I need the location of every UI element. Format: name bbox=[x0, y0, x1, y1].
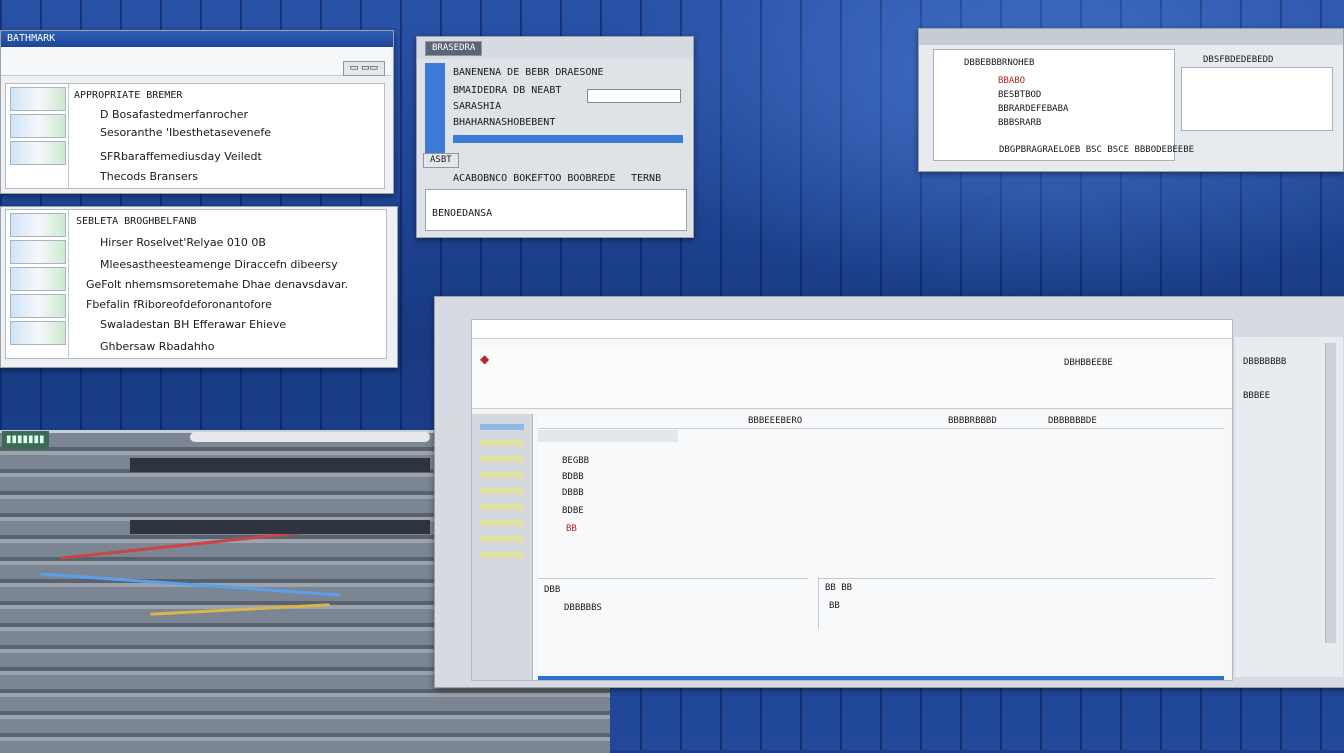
lower-panel-label: BB BB bbox=[825, 583, 853, 593]
list-item[interactable]: Sesoranthe 'Ibesthetasevenefe bbox=[100, 126, 271, 139]
list-item[interactable]: Fbefalin fRiboreofdeforonantofore bbox=[86, 298, 272, 311]
content-item[interactable]: DBBB bbox=[562, 488, 584, 498]
dialog-panel: BENOEDANSA bbox=[425, 189, 687, 231]
dialog-row: BHAHARNASHOBEBENT bbox=[453, 117, 556, 128]
lower-panel-left: DBB DBBBBBS bbox=[538, 578, 808, 629]
list-item[interactable]: Ghbersaw Rbadahho bbox=[100, 340, 215, 353]
dialog-row: SARASHIA bbox=[453, 101, 502, 112]
dialog-row: BMAIDEDRA DB NEABT bbox=[453, 85, 562, 96]
lower-panel-label: DBBBBBS bbox=[564, 603, 602, 613]
list-item[interactable]: Mleesastheesteamenge Diraccefn dibeersy bbox=[100, 258, 338, 271]
scrollbar[interactable] bbox=[1325, 343, 1336, 643]
main-application-window[interactable]: ◆ DBHBBEEBE BBBEEEBERO BBBBRBBBD DBBBBBB… bbox=[434, 296, 1344, 688]
sheet-area: APPROPRIATE BREMER D Bosafastedmerfanroc… bbox=[5, 83, 385, 189]
content-item[interactable]: BDBB bbox=[562, 472, 584, 482]
lower-panel-label: DBB bbox=[544, 585, 561, 595]
thumbnail[interactable] bbox=[10, 240, 66, 264]
rack-label: ▮▮▮▮▮▮▮ bbox=[2, 431, 49, 449]
properties-right-label: DBSFBDEDEBEDD bbox=[1203, 55, 1274, 65]
progress-bar bbox=[453, 135, 683, 143]
sheet-header: SEBLETA BROGHBELFANB bbox=[76, 216, 197, 227]
nav-item[interactable] bbox=[480, 440, 524, 446]
properties-titlebar bbox=[919, 29, 1343, 45]
list-item[interactable]: Hirser Roselvet'Relyae 010 0B bbox=[100, 236, 266, 249]
list-item[interactable]: Thecods Bransers bbox=[100, 170, 198, 183]
content-tabstrip: BBBEEEBERO BBBBRBBBD DBBBBBBDE bbox=[538, 416, 1224, 429]
right-pane-label: DBBBBBBB bbox=[1243, 357, 1287, 367]
dialog-side-accent bbox=[425, 63, 445, 153]
properties-header: DBBEBBBRNOHEB bbox=[964, 58, 1035, 68]
dialog-title: BRASEDRA bbox=[425, 41, 483, 56]
thumbnail-column bbox=[6, 84, 69, 188]
list-item[interactable]: Swaladestan BH Efferawar Ehieve bbox=[100, 318, 286, 331]
nav-item[interactable] bbox=[480, 472, 524, 478]
window-spreadsheet-2[interactable]: SEBLETA BROGHBELFANB Hirser Roselvet'Rel… bbox=[0, 206, 398, 368]
thumbnail[interactable] bbox=[10, 321, 66, 345]
thumbnail[interactable] bbox=[10, 141, 66, 165]
properties-preview bbox=[1181, 67, 1333, 131]
content-item[interactable]: BB bbox=[566, 524, 577, 534]
dialog-input[interactable] bbox=[587, 89, 681, 103]
window-spreadsheet-1[interactable]: BATHMARK ▭ ▭▭ APPROPRIATE BREMER D Bosaf… bbox=[0, 30, 394, 194]
dialog-button[interactable]: ASBT bbox=[423, 153, 459, 168]
nav-item[interactable] bbox=[480, 520, 524, 526]
sheet-area: SEBLETA BROGHBELFANB Hirser Roselvet'Rel… bbox=[5, 209, 387, 359]
nav-item[interactable] bbox=[480, 504, 524, 510]
lower-panel-right: BB BB BB bbox=[818, 578, 1215, 629]
properties-footer: DBGPBRAGRAELOEB BSC BSCE BBBODEBEEBE bbox=[999, 145, 1195, 155]
nav-item[interactable] bbox=[480, 456, 524, 462]
content-item[interactable]: BDBE bbox=[562, 506, 584, 516]
main-titlebar bbox=[472, 320, 1232, 339]
content-tab[interactable]: BBBBRBBBD bbox=[948, 416, 997, 426]
window-properties[interactable]: DBBEBBBRNOHEB BBABO BESBTBOD BBRARDEFEBA… bbox=[918, 28, 1344, 172]
content-item[interactable]: BEGBB bbox=[562, 456, 589, 466]
app-icon: ◆ bbox=[480, 352, 490, 366]
main-toolstrip: ◆ DBHBBEEBE bbox=[472, 348, 1232, 409]
nav-item[interactable] bbox=[480, 536, 524, 542]
rack-tray bbox=[130, 458, 430, 472]
lower-panel-label: BB bbox=[829, 601, 840, 611]
content-tab[interactable]: DBBBBBBDE bbox=[1048, 416, 1097, 426]
main-content: BBBEEEBERO BBBBRBBBD DBBBBBBDE BEGBB BDB… bbox=[538, 416, 1224, 672]
dialog-tab[interactable]: TERNB bbox=[631, 173, 661, 184]
properties-item[interactable]: BBABO bbox=[998, 76, 1025, 86]
nav-item[interactable] bbox=[480, 488, 524, 494]
properties-item[interactable]: BBBSRARB bbox=[998, 118, 1041, 128]
status-bar bbox=[538, 676, 1224, 680]
dialog-section: ACABOBNCO BOKEFTOO BOOBREDE bbox=[453, 173, 616, 184]
rack-handle bbox=[190, 432, 430, 442]
content-tab[interactable]: BBBEEEBERO bbox=[748, 416, 802, 426]
rack-tray bbox=[130, 520, 430, 534]
nav-item[interactable] bbox=[480, 424, 524, 430]
thumbnail[interactable] bbox=[10, 294, 66, 318]
dialog-header: BRASEDRA bbox=[417, 37, 693, 59]
cable-blue bbox=[40, 572, 340, 597]
dialog-footer: BENOEDANSA bbox=[432, 208, 493, 219]
toolbar-button[interactable]: ▭ ▭▭ bbox=[342, 61, 385, 76]
cable-yellow bbox=[150, 603, 330, 616]
left-navigation bbox=[472, 414, 533, 680]
thumbnail[interactable] bbox=[10, 114, 66, 138]
list-item[interactable]: D Bosafastedmerfanrocher bbox=[100, 108, 248, 121]
thumbnail[interactable] bbox=[10, 267, 66, 291]
list-item[interactable]: SFRbaraffemediusday Veiledt bbox=[100, 150, 262, 163]
toolstrip-label: DBHBBEEBE bbox=[1064, 358, 1113, 368]
list-item[interactable]: GeFolt nhemsmsoretemahe Dhae denavsdavar… bbox=[86, 278, 348, 291]
toolbar: ▭ ▭▭ bbox=[1, 47, 391, 76]
main-inner-window: ◆ DBHBBEEBE BBBEEEBERO BBBBRBBBD DBBBBBB… bbox=[471, 319, 1233, 681]
nav-item[interactable] bbox=[480, 552, 524, 558]
dialog-row: BANENENA DE BEBR DRAESONE bbox=[453, 67, 604, 78]
thumbnail-column bbox=[6, 210, 69, 358]
right-pane: DBBBBBBB BBBEE bbox=[1235, 337, 1343, 677]
content-header bbox=[538, 430, 678, 442]
properties-item[interactable]: BESBTBOD bbox=[998, 90, 1041, 100]
window-title: BATHMARK bbox=[1, 31, 393, 47]
right-pane-label: BBBEE bbox=[1243, 391, 1271, 401]
sheet-header: APPROPRIATE BREMER bbox=[74, 90, 183, 101]
thumbnail[interactable] bbox=[10, 87, 66, 111]
thumbnail[interactable] bbox=[10, 213, 66, 237]
properties-item[interactable]: BBRARDEFEBABA bbox=[998, 104, 1068, 114]
window-dialog[interactable]: BRASEDRA BANENENA DE BEBR DRAESONE BMAID… bbox=[416, 36, 694, 238]
